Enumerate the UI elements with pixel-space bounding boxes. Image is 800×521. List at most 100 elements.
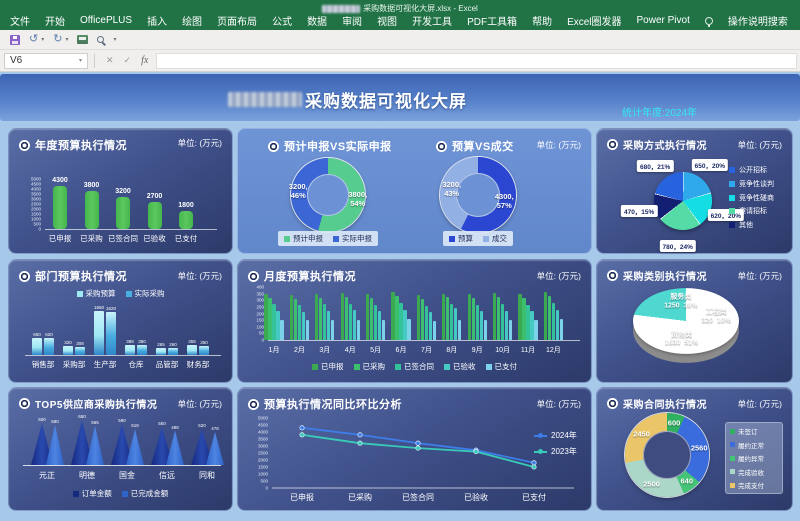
legend-label: 竞争性谈判 <box>739 179 774 189</box>
legend-item: 已完成金额 <box>122 488 169 499</box>
svg-text:已申报: 已申报 <box>290 492 314 502</box>
top5-supplier-chart: 600580元正650565明德590518国金550498信远520478同和… <box>9 388 232 510</box>
pie-data-label: 650，20% <box>692 159 728 171</box>
legend-item: 履约异常 <box>730 453 778 463</box>
legend-item: 未签订 <box>730 426 778 436</box>
ribbon-tab-8[interactable]: 数据 <box>307 13 327 28</box>
panel-annual-budget[interactable]: 年度预算执行情况 单位: (万元) 0500100015002000250030… <box>8 128 233 254</box>
bar <box>374 305 377 340</box>
category-label: 3月 <box>319 345 330 355</box>
insert-function-icon[interactable]: fx <box>136 55 153 66</box>
x-axis <box>268 340 580 341</box>
cancel-icon[interactable]: ✕ <box>101 55 119 66</box>
bar <box>493 293 496 340</box>
panel-dept-budget[interactable]: 部门预算执行情况 单位: (万元) 采购预算实际采购650620销售部32030… <box>8 259 233 383</box>
slice-label: 600 <box>668 418 681 427</box>
legend-swatch <box>730 483 735 488</box>
divider <box>94 54 95 68</box>
customize-toolbar-icon[interactable]: ▾ <box>113 36 116 43</box>
panel-purchase-method[interactable]: 采购方式执行情况 单位: (万元) 650，20%620，20%780，24%4… <box>596 128 793 254</box>
panel-contract-exec[interactable]: 采购合同执行情况 单位: (万元) 600256064025002450未签订履… <box>596 387 793 511</box>
bar <box>264 294 267 340</box>
svg-text:已签合同: 已签合同 <box>402 492 434 502</box>
bar <box>148 202 162 229</box>
bar <box>446 297 449 340</box>
legend-item: 邀请招标 <box>729 206 767 216</box>
name-box-dropdown-icon[interactable]: ▾ <box>79 57 82 64</box>
ribbon-tab-5[interactable]: 绘图 <box>182 13 202 28</box>
redo-dropdown-icon[interactable]: ▾ <box>65 36 68 43</box>
purchase-method-chart: 650，20%620，20%780，24%470，15%680，21%公开招标竞… <box>597 129 792 253</box>
tell-me-search[interactable]: 操作说明搜索 <box>728 13 788 28</box>
slice-label: 服务类1250 39% <box>664 294 697 311</box>
bar <box>327 311 330 340</box>
ribbon-tab-4[interactable]: 插入 <box>147 13 167 28</box>
yoy-analysis-chart: 0500100015002000250030003500400045005000… <box>238 388 591 510</box>
ribbon-tab-13[interactable]: 帮助 <box>532 13 552 28</box>
legend-swatch <box>73 491 79 497</box>
cone-bar <box>166 431 184 465</box>
bar <box>458 320 461 340</box>
formula-input[interactable] <box>156 53 797 69</box>
ribbon-tab-1[interactable]: 文件 <box>10 13 30 28</box>
bar <box>319 298 322 340</box>
panel-declare-budget-donuts[interactable]: 预计申报VS实际申报 预算VS成交 单位: (万元) 3800,54%3200,… <box>237 128 592 254</box>
ribbon-tab-12[interactable]: PDF工具箱 <box>467 13 517 28</box>
cone-value: 580 <box>51 419 59 424</box>
category-label: 明德 <box>79 470 95 481</box>
ribbon-tab-10[interactable]: 视图 <box>377 13 397 28</box>
ribbon-tab-9[interactable]: 审阅 <box>342 13 362 28</box>
bar <box>468 294 471 340</box>
legend-label: 已签合同 <box>404 361 434 372</box>
bar <box>44 338 54 355</box>
ribbon-tab-2[interactable]: 开始 <box>45 13 65 28</box>
bar <box>480 311 483 340</box>
svg-text:已采购: 已采购 <box>348 492 372 502</box>
legend-label: 采购预算 <box>86 288 116 299</box>
legend-item: 已签合同 <box>395 361 434 372</box>
axis-tick: 500 <box>33 222 41 227</box>
bar <box>429 312 432 340</box>
chart-legend: 采购预算实际采购 <box>9 288 232 299</box>
panel-monthly-budget[interactable]: 月度预算执行情况 单位: (万元) 0501001502002503003504… <box>237 259 592 383</box>
legend-swatch <box>729 195 735 201</box>
ribbon-tab-11[interactable]: 开发工具 <box>412 13 452 28</box>
panel-yoy-analysis[interactable]: 预算执行情况同比环比分析 单位: (万元) 050010001500200025… <box>237 387 592 511</box>
category-label: 12月 <box>546 345 561 355</box>
ribbon-tab-6[interactable]: 页面布局 <box>217 13 257 28</box>
panel-top5-supplier[interactable]: TOP5供应商采购执行情况 单位: (万元) 600580元正650565明德5… <box>8 387 233 511</box>
legend-item: 已验收 <box>444 361 476 372</box>
axis-tick: 5000 <box>31 177 41 182</box>
bar <box>353 310 356 340</box>
save-icon[interactable] <box>10 35 20 45</box>
cone-bar <box>86 426 104 465</box>
legend-swatch <box>444 364 450 370</box>
svg-text:1500: 1500 <box>258 465 269 470</box>
ribbon-tab-15[interactable]: Power Pivot <box>637 15 690 26</box>
budget-vs-deal-chart: 4300,57%3200,43%预算成交 <box>238 129 591 253</box>
ribbon-tab-7[interactable]: 公式 <box>272 13 292 28</box>
undo-dropdown-icon[interactable]: ▾ <box>41 36 44 43</box>
cone-bar <box>46 425 64 465</box>
print-preview-icon[interactable] <box>97 36 104 43</box>
name-box[interactable]: V6 ▾ <box>4 53 88 69</box>
bar <box>331 320 334 340</box>
panel-category-exec[interactable]: 采购类别执行情况 单位: (万元) 服务类1250 39%工程类320 10%货… <box>596 259 793 383</box>
bar <box>345 297 348 340</box>
axis-tick: 350 <box>256 291 264 296</box>
print-icon[interactable] <box>77 35 88 44</box>
legend-swatch <box>312 364 318 370</box>
ribbon-tab-3[interactable]: OfficePLUS <box>80 15 132 26</box>
bar <box>357 320 360 340</box>
bar-value: 4300 <box>52 177 68 184</box>
legend-label: 已支付 <box>495 361 518 372</box>
lightbulb-icon <box>705 17 713 25</box>
legend-swatch <box>729 208 735 214</box>
enter-icon[interactable]: ✓ <box>119 55 137 66</box>
bar <box>63 346 73 355</box>
undo-icon[interactable]: ↺ <box>29 34 38 45</box>
ribbon-tab-14[interactable]: Excel圈发器 <box>567 13 621 28</box>
bar <box>544 292 547 340</box>
legend-swatch <box>126 291 132 297</box>
redo-icon[interactable]: ↻ <box>53 34 62 45</box>
